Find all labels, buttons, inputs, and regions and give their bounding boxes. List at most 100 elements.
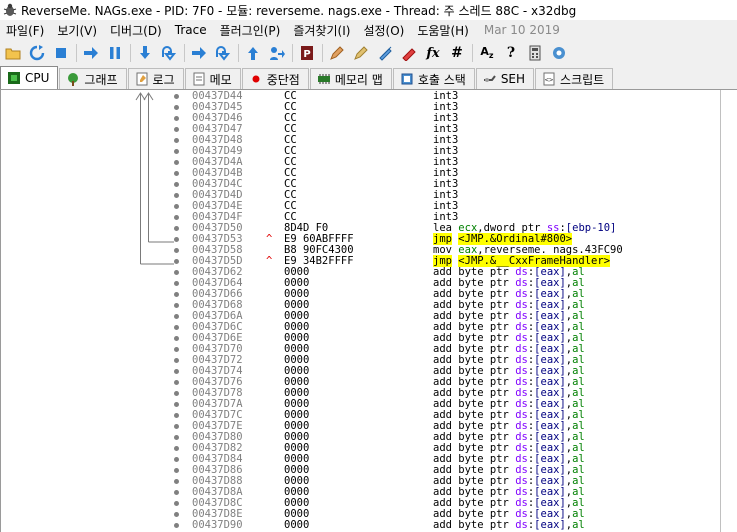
disasm-row[interactable]: 00437D7E 0000 add byte ptr ds:[eax],al (0, 421, 737, 432)
breakpoint-dot-icon[interactable] (174, 435, 179, 440)
breakpoint-dot-icon[interactable] (174, 413, 179, 418)
menu-options[interactable]: 설정(O) (357, 22, 411, 39)
trace-into-icon[interactable] (190, 44, 208, 62)
settings-icon[interactable] (550, 44, 568, 62)
disasm-row[interactable]: 00437D53 ^ E9 60ABFFFF jmp <JMP.&Ordinal#80… (0, 233, 737, 245)
disasm-row[interactable]: 00437D45 CC int3 (0, 102, 737, 113)
breakpoint-dot-icon[interactable] (174, 127, 179, 132)
disasm-row[interactable]: 00437D4B CC int3 (0, 168, 737, 179)
breakpoint-dot-icon[interactable] (174, 358, 179, 363)
breakpoint-dot-icon[interactable] (174, 402, 179, 407)
breakpoint-dot-icon[interactable] (174, 270, 179, 275)
menu-plugins[interactable]: 플러그인(P) (214, 22, 288, 39)
breakpoint-dot-icon[interactable] (174, 248, 179, 253)
open-folder-icon[interactable] (4, 44, 22, 62)
breakpoint-dot-icon[interactable] (174, 391, 179, 396)
disasm-row[interactable]: 00437D4E CC int3 (0, 201, 737, 212)
disasm-row[interactable]: 00437D44 CC int3 (0, 91, 737, 102)
step-into-icon[interactable] (136, 44, 154, 62)
breakpoint-dot-icon[interactable] (174, 182, 179, 187)
disasm-row[interactable]: 00437D6A 0000 add byte ptr ds:[eax],al (0, 311, 737, 322)
disasm-row[interactable]: 00437D8C 0000 add byte ptr ds:[eax],al (0, 498, 737, 509)
run-to-user-code-icon[interactable] (268, 44, 286, 62)
breakpoint-dot-icon[interactable] (174, 259, 179, 264)
breakpoint-dot-icon[interactable] (174, 325, 179, 330)
breakpoint-dot-icon[interactable] (174, 512, 179, 517)
disasm-row[interactable]: 00437D70 0000 add byte ptr ds:[eax],al (0, 344, 737, 355)
menu-view[interactable]: 보기(V) (51, 22, 104, 39)
disasm-row[interactable]: 00437D74 0000 add byte ptr ds:[eax],al (0, 366, 737, 377)
breakpoint-dot-icon[interactable] (174, 292, 179, 297)
breakpoint-dot-icon[interactable] (174, 116, 179, 121)
disasm-row[interactable]: 00437D76 0000 add byte ptr ds:[eax],al (0, 377, 737, 388)
disasm-row[interactable]: 00437D72 0000 add byte ptr ds:[eax],al (0, 355, 737, 366)
calculator-icon[interactable] (526, 44, 544, 62)
label-icon[interactable] (352, 44, 370, 62)
tab-script[interactable]: <> 스크립트 (535, 68, 614, 89)
breakpoint-dot-icon[interactable] (174, 226, 179, 231)
disasm-row[interactable]: 00437D88 0000 add byte ptr ds:[eax],al (0, 476, 737, 487)
disasm-row[interactable]: 00437D80 0000 add byte ptr ds:[eax],al (0, 432, 737, 443)
disasm-row[interactable]: 00437D47 CC int3 (0, 124, 737, 135)
breakpoint-dot-icon[interactable] (174, 336, 179, 341)
breakpoint-dot-icon[interactable] (174, 281, 179, 286)
tab-log[interactable]: 로그 (127, 68, 184, 89)
disasm-row[interactable]: 00437D7A 0000 add byte ptr ds:[eax],al (0, 399, 737, 410)
breakpoint-dot-icon[interactable] (174, 303, 179, 308)
breakpoint-dot-icon[interactable] (174, 490, 179, 495)
breakpoint-dot-icon[interactable] (174, 457, 179, 462)
breakpoint-dot-icon[interactable] (174, 501, 179, 506)
breakpoint-dot-icon[interactable] (174, 138, 179, 143)
breakpoint-dot-icon[interactable] (174, 237, 179, 242)
disasm-row[interactable]: 00437D68 0000 add byte ptr ds:[eax],al (0, 300, 737, 311)
pause-icon[interactable] (106, 44, 124, 62)
stop-icon[interactable] (52, 44, 70, 62)
tab-memory-map[interactable]: 메모리 맵 (309, 68, 392, 89)
disasm-row[interactable]: 00437D48 CC int3 (0, 135, 737, 146)
disasm-row[interactable]: 00437D86 0000 add byte ptr ds:[eax],al (0, 465, 737, 476)
step-over-icon[interactable] (160, 44, 178, 62)
comment-icon[interactable] (328, 44, 346, 62)
disasm-row[interactable]: 00437D6C 0000 add byte ptr ds:[eax],al (0, 322, 737, 333)
breakpoint-dot-icon[interactable] (174, 446, 179, 451)
patch-icon[interactable]: P (298, 44, 316, 62)
disasm-row[interactable]: 00437D7C 0000 add byte ptr ds:[eax],al (0, 410, 737, 421)
disasm-row[interactable]: 00437D82 0000 add byte ptr ds:[eax],al (0, 443, 737, 454)
breakpoint-dot-icon[interactable] (174, 380, 179, 385)
breakpoint-dot-icon[interactable] (174, 193, 179, 198)
menu-debug[interactable]: 디버그(D) (104, 22, 169, 39)
disasm-row[interactable]: 00437D66 0000 add byte ptr ds:[eax],al (0, 289, 737, 300)
tab-call-stack[interactable]: 호출 스택 (392, 68, 475, 89)
breakpoint-dot-icon[interactable] (174, 424, 179, 429)
disasm-row[interactable]: 00437D84 0000 add byte ptr ds:[eax],al (0, 454, 737, 465)
tab-graph[interactable]: 그래프 (59, 68, 127, 89)
tab-seh[interactable]: SEH (475, 68, 535, 89)
disasm-row[interactable]: 00437D4D CC int3 (0, 190, 737, 201)
disasm-row[interactable]: 00437D64 0000 add byte ptr ds:[eax],al (0, 278, 737, 289)
breakpoint-dot-icon[interactable] (174, 160, 179, 165)
breakpoint-dot-icon[interactable] (174, 479, 179, 484)
help-icon[interactable]: ? (502, 44, 520, 62)
disasm-row[interactable]: 00437D58 B8 90FC4300 mov eax,reverseme. na… (0, 245, 737, 256)
breakpoint-dot-icon[interactable] (174, 94, 179, 99)
hash-icon[interactable]: # (448, 44, 466, 62)
disasm-row[interactable]: 00437D6E 0000 add byte ptr ds:[eax],al (0, 333, 737, 344)
font-size-icon[interactable]: Az (478, 44, 496, 62)
function-icon[interactable] (400, 44, 418, 62)
disasm-row[interactable]: 00437D4A CC int3 (0, 157, 737, 168)
disasm-row[interactable]: 00437D90 0000 add byte ptr ds:[eax],al (0, 520, 737, 531)
disasm-row[interactable]: 00437D49 CC int3 (0, 146, 737, 157)
menu-help[interactable]: 도움말(H) (411, 22, 476, 39)
disasm-row[interactable]: 00437D4F CC int3 (0, 212, 737, 223)
tab-breakpoints[interactable]: 중단점 (241, 68, 309, 89)
execute-till-return-icon[interactable] (244, 44, 262, 62)
disassembly-view[interactable]: 00437D44 CC int3 00437D45 CC int3 00437D46 CC in… (0, 90, 737, 532)
tab-notes[interactable]: 메모 (184, 68, 241, 89)
menu-favourites[interactable]: 즐겨찾기(I) (287, 22, 357, 39)
disasm-row[interactable]: 00437D50 8D4D F0 lea ecx,dword ptr ss:[ebp… (0, 223, 737, 234)
breakpoint-dot-icon[interactable] (174, 105, 179, 110)
disasm-row[interactable]: 00437D5D ^ E9 34B2FFFF jmp <JMP.&__CxxFrame… (0, 255, 737, 267)
tab-cpu[interactable]: CPU (0, 66, 59, 89)
breakpoint-dot-icon[interactable] (174, 468, 179, 473)
disasm-row[interactable]: 00437D8A 0000 add byte ptr ds:[eax],al (0, 487, 737, 498)
